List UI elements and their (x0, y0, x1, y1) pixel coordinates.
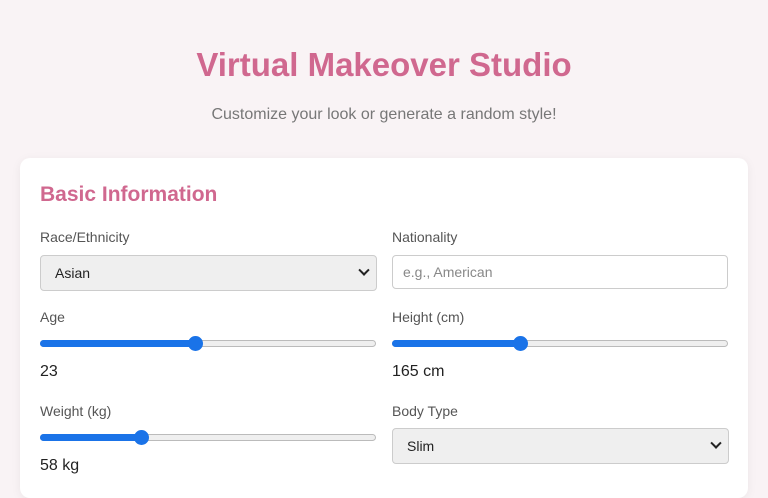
race-label: Race/Ethnicity (40, 229, 130, 245)
nationality-input[interactable]: e.g., American (392, 255, 728, 289)
height-label: Height (cm) (392, 309, 465, 325)
race-select[interactable]: Asian (40, 255, 377, 291)
slider-fill (40, 434, 141, 441)
body-type-selected-value: Slim (407, 438, 435, 454)
slider-fill (40, 340, 195, 347)
slider-thumb[interactable] (187, 336, 203, 351)
slider-fill (392, 340, 520, 347)
weight-label: Weight (kg) (40, 403, 112, 419)
chevron-down-icon (710, 437, 722, 449)
race-selected-value: Asian (55, 265, 91, 281)
slider-thumb[interactable] (133, 430, 149, 445)
height-slider[interactable] (392, 335, 728, 351)
chevron-down-icon (358, 264, 370, 276)
body-type-select[interactable]: Slim (392, 428, 729, 464)
age-slider[interactable] (40, 335, 376, 351)
weight-slider[interactable] (40, 429, 376, 445)
weight-value: 58 kg (40, 457, 80, 474)
body-type-label: Body Type (392, 403, 458, 419)
basic-info-card: Basic Information Race/Ethnicity Asian N… (20, 158, 748, 498)
height-value: 165 cm (392, 363, 445, 380)
age-label: Age (40, 309, 65, 325)
page-subtitle: Customize your look or generate a random… (211, 106, 557, 123)
age-value: 23 (40, 363, 58, 380)
nationality-label: Nationality (392, 229, 458, 245)
page-title: Virtual Makeover Studio (196, 46, 572, 83)
slider-thumb[interactable] (512, 336, 528, 351)
section-title: Basic Information (40, 183, 218, 206)
nationality-placeholder: e.g., American (403, 264, 493, 280)
